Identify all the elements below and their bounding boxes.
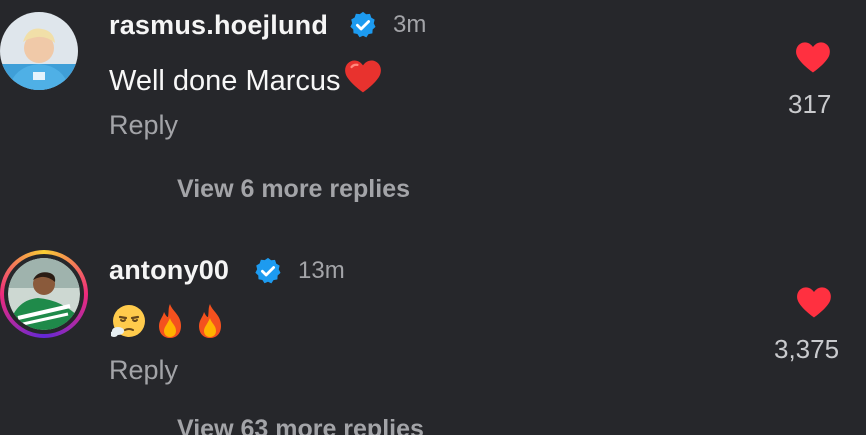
avatar[interactable]	[0, 250, 88, 338]
view-more-replies-button[interactable]: View 6 more replies	[177, 175, 410, 204]
fire-emoji-icon	[199, 304, 221, 338]
avatar-photo-icon	[8, 258, 80, 330]
comments-screen: rasmus.hoejlund 3m Well done Marcus Repl…	[0, 0, 866, 435]
comment-time: 3m	[393, 11, 427, 38]
red-heart-emoji-icon	[344, 60, 381, 93]
comment-emojis	[111, 302, 227, 340]
avatar-photo-icon	[0, 12, 78, 90]
like-count: 3,375	[774, 334, 840, 364]
like-heart-icon[interactable]	[794, 40, 832, 74]
avatar[interactable]	[0, 12, 78, 90]
comment-username[interactable]: antony00	[109, 255, 229, 286]
verified-badge-icon	[255, 257, 281, 284]
reply-button[interactable]: Reply	[109, 355, 178, 386]
fire-emoji-icon	[159, 304, 181, 338]
comment-time: 13m	[298, 257, 345, 284]
like-count: 317	[788, 89, 832, 119]
comment-text-content: Well done Marcus	[109, 65, 341, 97]
comment-text: Well done Marcus	[109, 58, 383, 98]
like-heart-icon[interactable]	[795, 285, 833, 319]
view-more-replies-button[interactable]: View 63 more replies	[177, 415, 424, 435]
face-with-steam-emoji-icon	[111, 305, 145, 337]
verified-badge-icon	[350, 11, 376, 38]
reply-button[interactable]: Reply	[109, 110, 178, 141]
comment-username[interactable]: rasmus.hoejlund	[109, 10, 328, 41]
